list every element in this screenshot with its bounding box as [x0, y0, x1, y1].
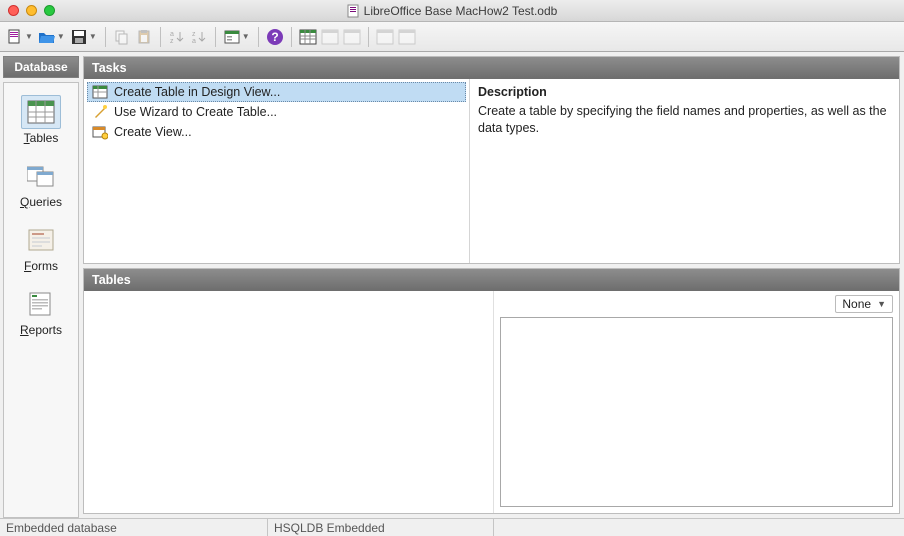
table-design-icon	[92, 84, 108, 100]
tables-list[interactable]	[84, 291, 494, 513]
workspace: Database Tables Queries Forms	[0, 52, 904, 518]
copy-button[interactable]	[112, 27, 132, 47]
task-create-view[interactable]: Create View...	[87, 122, 466, 142]
tasks-panel: Tasks Create Table in Design View... Use…	[83, 56, 900, 264]
database-sidebar: Database Tables Queries Forms	[0, 52, 82, 518]
status-db-type-label: Embedded database	[0, 519, 268, 536]
tasks-description: Description Create a table by specifying…	[470, 79, 899, 263]
save-button[interactable]	[69, 27, 89, 47]
sidebar-item-label: Forms	[24, 259, 58, 273]
sidebar-item-tables[interactable]: Tables	[4, 89, 78, 153]
window-zoom-button[interactable]	[44, 5, 55, 16]
tables-panel: Tables None ▼	[83, 268, 900, 514]
tasks-description-text: Create a table by specifying the field n…	[478, 103, 891, 137]
sidebar-item-label: Queries	[20, 195, 62, 209]
tasks-description-title: Description	[478, 84, 891, 101]
task-label: Create Table in Design View...	[114, 85, 280, 99]
status-empty	[494, 519, 904, 536]
help-button[interactable]: ?	[265, 27, 285, 47]
preview-box	[500, 317, 893, 507]
svg-text:z: z	[170, 38, 174, 45]
content-area: Tasks Create Table in Design View... Use…	[82, 52, 904, 518]
delete-button[interactable]	[375, 27, 395, 47]
chevron-down-icon: ▼	[877, 299, 886, 309]
database-sidebar-header: Database	[3, 56, 79, 78]
tables-icon	[21, 95, 61, 129]
tables-panel-header: Tables	[84, 269, 899, 291]
sidebar-item-forms[interactable]: Forms	[4, 217, 78, 281]
toolbar-separator	[215, 27, 216, 47]
sidebar-item-reports[interactable]: Reports	[4, 281, 78, 345]
svg-text:?: ?	[271, 30, 278, 44]
task-label: Create View...	[114, 125, 192, 139]
reports-icon	[21, 287, 61, 321]
toolbar-separator	[258, 27, 259, 47]
edit-table-button[interactable]	[342, 27, 362, 47]
rename-button[interactable]	[397, 27, 417, 47]
toolbar-separator	[160, 27, 161, 47]
new-document-button[interactable]	[5, 27, 25, 47]
window-title: LibreOffice Base MacHow2 Test.odb	[0, 4, 904, 18]
window-minimize-button[interactable]	[26, 5, 37, 16]
forms-icon	[21, 223, 61, 257]
task-use-wizard-create-table[interactable]: Use Wizard to Create Table...	[87, 102, 466, 122]
form-button[interactable]	[222, 27, 242, 47]
preview-mode-value: None	[842, 297, 871, 311]
save-dropdown[interactable]: ▼	[89, 32, 97, 41]
sidebar-item-label: Tables	[24, 131, 59, 145]
svg-text:a: a	[170, 31, 174, 38]
tasks-panel-header: Tasks	[84, 57, 899, 79]
window-controls	[0, 5, 55, 16]
toolbar-separator	[291, 27, 292, 47]
toolbar-separator	[368, 27, 369, 47]
status-bar: Embedded database HSQLDB Embedded	[0, 518, 904, 536]
document-icon	[347, 4, 359, 18]
wizard-icon	[92, 104, 108, 120]
form-dropdown[interactable]: ▼	[242, 32, 250, 41]
status-db-engine: HSQLDB Embedded	[268, 519, 494, 536]
tables-preview-area: None ▼	[494, 291, 899, 513]
sidebar-item-label: Reports	[20, 323, 62, 337]
new-document-dropdown[interactable]: ▼	[25, 32, 33, 41]
window-title-text: LibreOffice Base MacHow2 Test.odb	[364, 4, 558, 18]
window-titlebar: LibreOffice Base MacHow2 Test.odb	[0, 0, 904, 22]
sort-ascending-button[interactable]: az	[167, 27, 187, 47]
task-label: Use Wizard to Create Table...	[114, 105, 277, 119]
database-sidebar-items: Tables Queries Forms Reports	[3, 82, 79, 518]
toolbar-separator	[105, 27, 106, 47]
svg-text:z: z	[192, 31, 196, 38]
window-close-button[interactable]	[8, 5, 19, 16]
task-create-table-design-view[interactable]: Create Table in Design View...	[87, 82, 466, 102]
sort-descending-button[interactable]: za	[189, 27, 209, 47]
create-view-icon	[92, 124, 108, 140]
open-dropdown[interactable]: ▼	[57, 32, 65, 41]
queries-icon	[21, 159, 61, 193]
sidebar-item-queries[interactable]: Queries	[4, 153, 78, 217]
open-button[interactable]	[37, 27, 57, 47]
tasks-list: Create Table in Design View... Use Wizar…	[84, 79, 470, 263]
svg-text:a: a	[192, 38, 196, 45]
new-table-design-button[interactable]	[298, 27, 318, 47]
paste-button[interactable]	[134, 27, 154, 47]
preview-mode-select[interactable]: None ▼	[835, 295, 893, 313]
main-toolbar: ▼ ▼ ▼ az za ▼ ?	[0, 22, 904, 52]
open-table-button[interactable]	[320, 27, 340, 47]
